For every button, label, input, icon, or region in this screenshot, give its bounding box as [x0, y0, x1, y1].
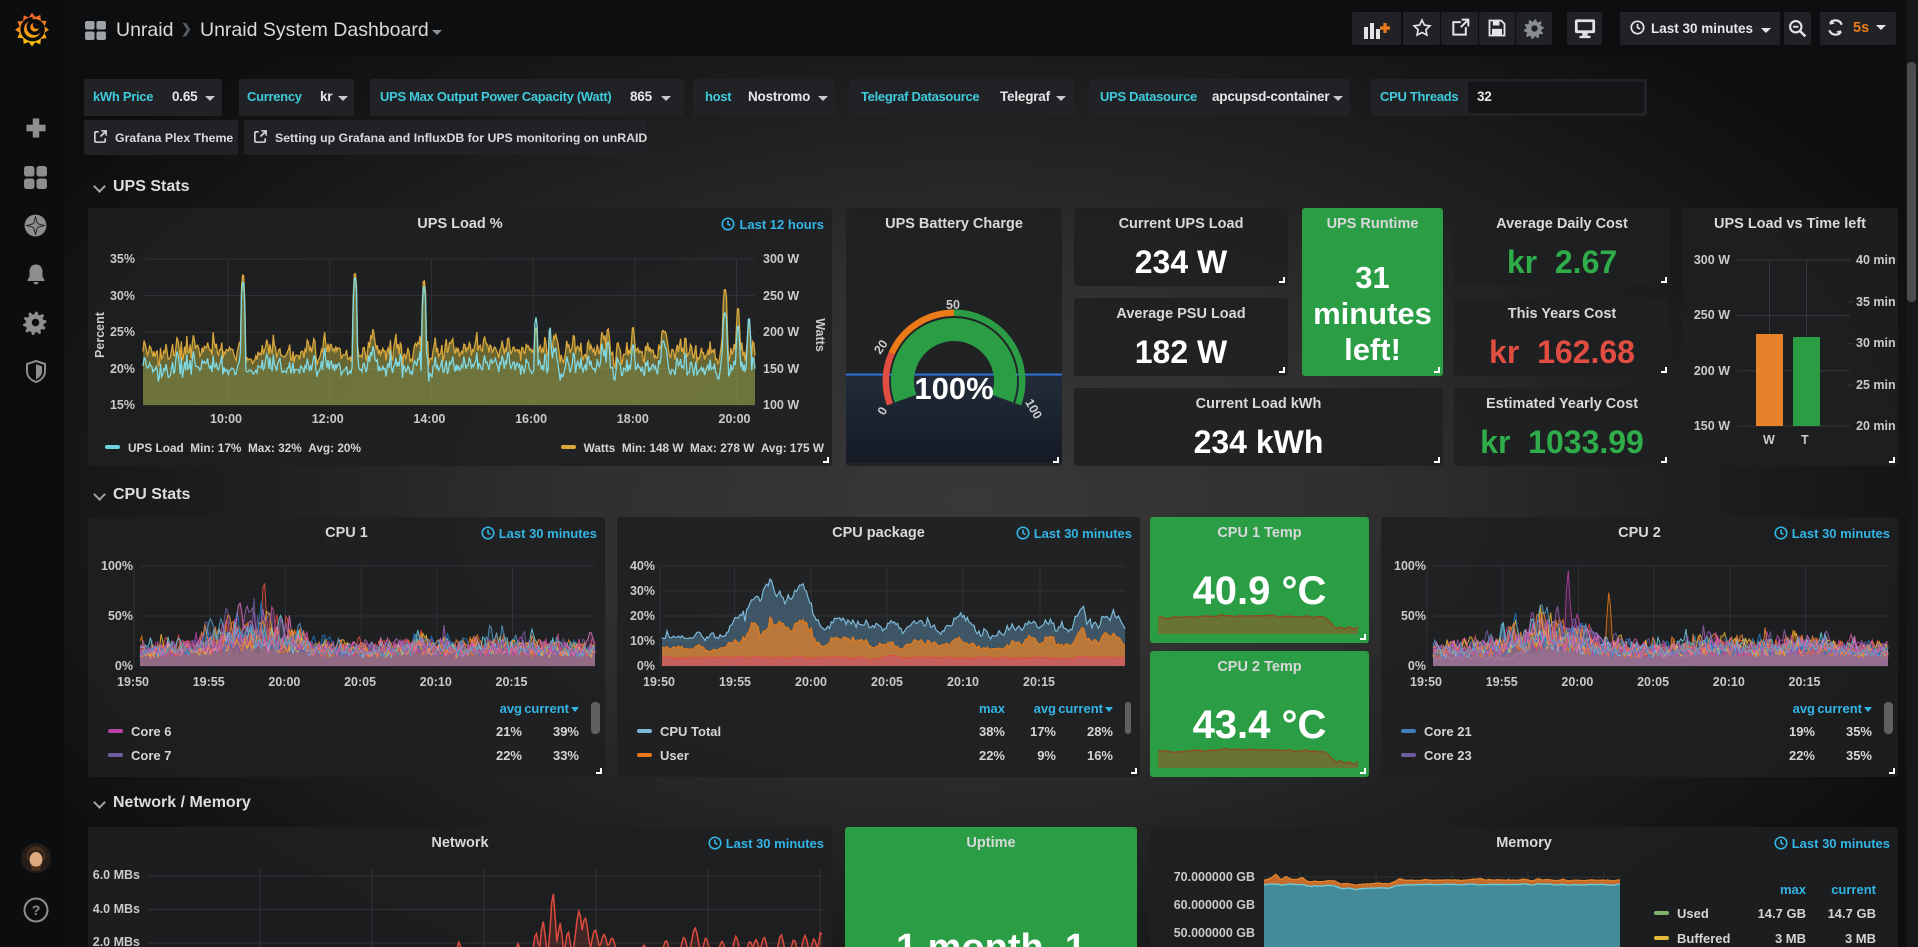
svg-text:?: ?: [32, 902, 41, 918]
